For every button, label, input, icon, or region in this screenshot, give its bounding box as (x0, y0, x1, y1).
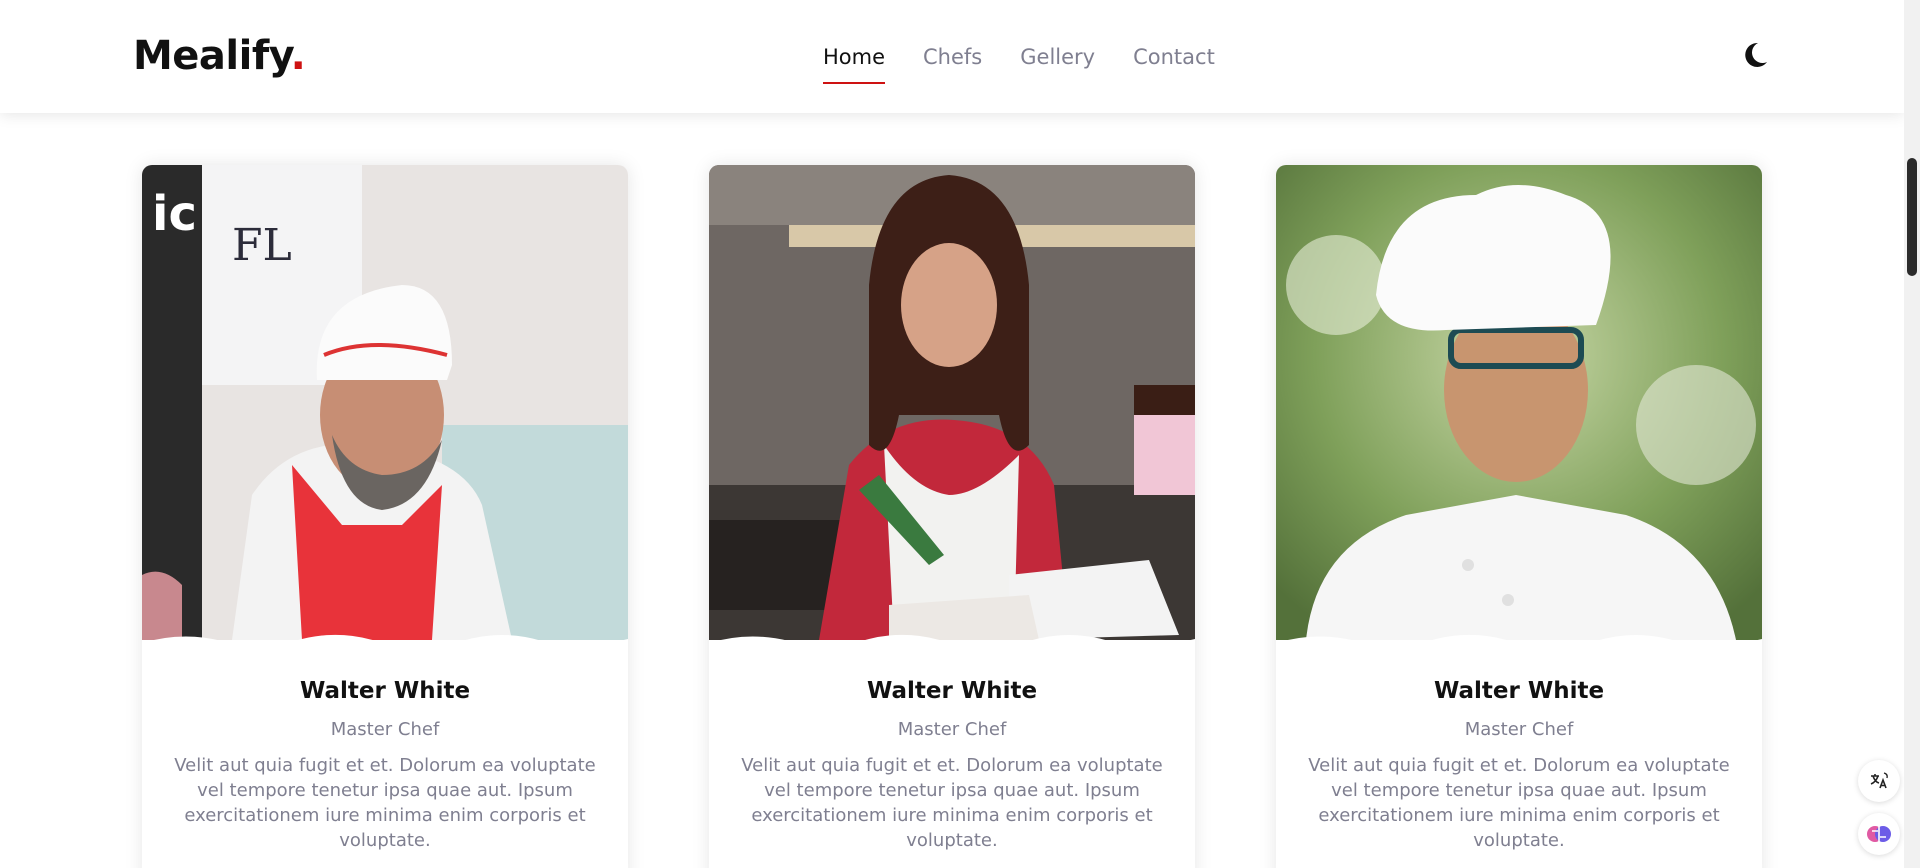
brand-dot: . (290, 33, 306, 79)
card-body: Walter White Master Chef Velit aut quia … (1276, 165, 1762, 853)
chef-card: Walter White Master Chef Velit aut quia … (1276, 165, 1762, 868)
chef-description: Velit aut quia fugit et et. Dolorum ea v… (174, 755, 596, 851)
chef-description: Velit aut quia fugit et et. Dolorum ea v… (741, 755, 1163, 851)
nav-item-home[interactable]: Home (823, 40, 886, 84)
chef-description: Velit aut quia fugit et et. Dolorum ea v… (1308, 755, 1730, 851)
chef-name: Walter White (1433, 678, 1605, 704)
chef-card: ic FL Walter White Master Chef Velit aut… (142, 165, 628, 868)
chef-role: Master Chef (330, 719, 440, 740)
chefs-section: ic FL Walter White Master Chef Velit aut… (142, 165, 1762, 868)
brand-logo[interactable]: Mealify. (133, 30, 306, 82)
card-body: Walter White Master Chef Velit aut quia … (709, 165, 1195, 853)
nav-item-contact[interactable]: Contact (1133, 40, 1215, 84)
brain-icon (1867, 826, 1891, 842)
page-scrollbar[interactable] (1904, 0, 1920, 868)
main-nav: Home Chefs Gellery Contact (823, 40, 1215, 84)
translate-icon (1870, 772, 1888, 789)
chef-card: Walter White Master Chef Velit aut quia … (709, 165, 1195, 868)
nav-item-chefs[interactable]: Chefs (923, 40, 982, 84)
site-header: Mealify. Home Chefs Gellery Contact (0, 0, 1904, 113)
translate-button[interactable] (1858, 760, 1900, 802)
page-viewport: Mealify. Home Chefs Gellery Contact ic F… (0, 0, 1904, 868)
chef-name: Walter White (866, 678, 1038, 704)
brand-name: Mealify (133, 33, 291, 79)
chef-role: Master Chef (1464, 719, 1574, 740)
theme-toggle-button[interactable] (1736, 36, 1774, 74)
chef-role: Master Chef (897, 719, 1007, 740)
nav-item-gallery[interactable]: Gellery (1020, 40, 1095, 84)
chef-name: Walter White (299, 678, 471, 704)
scrollbar-thumb[interactable] (1907, 158, 1917, 276)
card-body: Walter White Master Chef Velit aut quia … (142, 165, 628, 853)
assistant-button[interactable] (1858, 813, 1900, 855)
moon-icon (1745, 42, 1767, 67)
